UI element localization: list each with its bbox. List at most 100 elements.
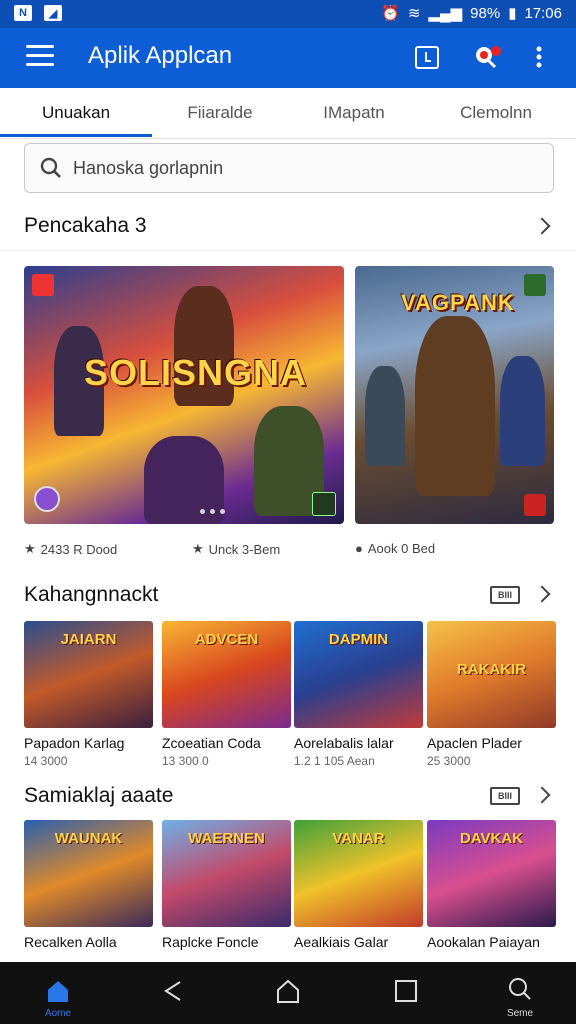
rating-badge-icon (312, 492, 336, 516)
thumbnail-title: WAUNAK (54, 830, 123, 847)
nav-label: Aome (44, 1008, 72, 1019)
game-downloads: 1.2 1 105 Aean (294, 754, 375, 768)
game-downloads: 14 3000 (24, 754, 68, 768)
thumbnail-title: ADVCEN (194, 631, 259, 648)
star-icon: ★ (192, 541, 204, 556)
game-card[interactable]: WAUNAK Recalken Aolla (24, 820, 153, 950)
nav-back[interactable] (132, 962, 212, 1024)
home-outline-icon (277, 979, 299, 1003)
chevron-right-icon[interactable] (533, 585, 551, 603)
tab-bar: Unuakan Fiiaralde IMapatn Clemolnn (0, 88, 576, 139)
game-card[interactable]: DAVKAK Aookalan Paiayan (427, 820, 556, 950)
divider (0, 250, 576, 251)
thumbnail-title: VANAR (332, 830, 385, 847)
status-bar: N ◢ ⏰ ≋ ▂▄▆ 98% ▮ 17:06 (0, 0, 576, 28)
nav-recents[interactable] (366, 962, 446, 1024)
game-card[interactable]: DAPMIN Aorelabalis lalar 1.2 1 105 Aean (294, 621, 423, 768)
battery-icon: ▮ (508, 5, 517, 22)
notification-n-icon: N (14, 5, 32, 21)
featured-game-title: SOLISNGNA (84, 352, 308, 393)
search-icon (509, 978, 531, 1000)
thumbnail-title: WAERNEN (188, 830, 265, 847)
thumbnail-title: JAIARN (60, 631, 117, 648)
game-card[interactable]: VANAR Aealkiais Galar (294, 820, 423, 950)
notification-image-icon: ◢ (44, 5, 62, 21)
meta-text: Aook 0 Bed (367, 541, 436, 556)
thumbnail-title: DAPMIN (328, 631, 389, 648)
home-icon (48, 981, 68, 1002)
featured-card[interactable]: SOLISNGNA (24, 266, 344, 524)
view-badge-icon[interactable]: BIII (490, 787, 520, 805)
app-title: Aplik Applcan (88, 42, 233, 69)
game-downloads: 25 3000 (427, 754, 471, 768)
game-name: Papadon Karlag (24, 735, 125, 751)
meta-item: ★ 2433 R Dood (24, 541, 117, 557)
app-bar: Aplik Applcan (0, 28, 576, 88)
featured-card[interactable]: VAGPANK (355, 266, 554, 524)
search-input[interactable] (71, 154, 535, 182)
game-thumbnail: RAKAKIR (427, 621, 556, 728)
menu-icon[interactable] (26, 45, 54, 69)
game-name: Apaclen Plader (427, 735, 522, 751)
game-thumbnail: WAUNAK (24, 820, 153, 927)
alarm-icon: ⏰ (381, 5, 400, 22)
tab-2[interactable]: Fiiaralde (148, 88, 292, 138)
wifi-icon: ≋ (407, 5, 421, 22)
game-logo-icon (32, 274, 54, 296)
thumbnail-title: DAVKAK (459, 830, 524, 847)
game-thumbnail: VANAR (294, 820, 423, 927)
recents-icon (395, 980, 417, 1002)
meta-item: ● Aook 0 Bed (355, 541, 435, 556)
thumbnail-title: RAKAKIR (456, 661, 527, 678)
game-thumbnail: WAERNEN (162, 820, 291, 927)
nav-search[interactable]: Seme (480, 962, 560, 1024)
game-downloads: 13 300 0 (162, 754, 209, 768)
back-icon (164, 981, 181, 1001)
tab-3[interactable]: IMapatn (282, 88, 426, 138)
game-card[interactable]: WAERNEN Raplcke Foncle (162, 820, 291, 950)
game-name: Aorelabalis lalar (294, 735, 394, 751)
section-title: Pencakaha 3 (24, 214, 147, 237)
search-icon (39, 156, 63, 185)
game-name: Raplcke Foncle (162, 934, 259, 950)
game-name: Aealkiais Galar (294, 934, 389, 950)
clock: 17:06 (524, 4, 562, 22)
tab-1[interactable]: Unuakan (4, 88, 148, 138)
section-title: Kahangnnackt (24, 583, 159, 606)
nav-home-outline[interactable] (248, 962, 328, 1024)
game-thumbnail: ADVCEN (162, 621, 291, 728)
more-options-icon[interactable] (533, 44, 545, 70)
game-emblem-icon (34, 486, 60, 512)
game-name: Recalken Aolla (24, 934, 117, 950)
calendar-icon[interactable] (414, 44, 440, 70)
chevron-right-icon[interactable] (533, 786, 551, 804)
featured-game-title: VAGPANK (401, 290, 515, 315)
tab-4[interactable]: Clemolnn (424, 88, 568, 138)
game-logo-icon (524, 274, 546, 296)
search-box (24, 143, 554, 193)
carousel-dots (200, 509, 225, 514)
search-notification-icon[interactable] (472, 44, 501, 70)
game-thumbnail: JAIARN (24, 621, 153, 728)
rating-badge-icon (524, 494, 546, 516)
nav-label: Seme (506, 1008, 534, 1019)
game-card[interactable]: RAKAKIR Apaclen Plader 25 3000 (427, 621, 556, 768)
battery-level: 98% (470, 4, 501, 22)
star-icon: ★ (24, 541, 36, 556)
meta-text: Unck 3-Bem (208, 541, 281, 557)
active-tab-indicator (0, 134, 152, 137)
game-card[interactable]: ADVCEN Zcoeatian Coda 13 300 0 (162, 621, 291, 768)
meta-item: ★ Unck 3-Bem (192, 541, 280, 557)
chevron-right-icon[interactable] (533, 217, 551, 235)
game-thumbnail: DAVKAK (427, 820, 556, 927)
section-title: Samiaklaj aaate (24, 784, 174, 807)
game-name: Zcoeatian Coda (162, 735, 261, 751)
game-thumbnail: DAPMIN (294, 621, 423, 728)
info-icon: ● (355, 541, 363, 556)
bottom-navigation: Aome Seme (0, 962, 576, 1024)
nav-home[interactable]: Aome (18, 962, 98, 1024)
game-card[interactable]: JAIARN Papadon Karlag 14 3000 (24, 621, 153, 768)
view-badge-icon[interactable]: BIII (490, 586, 520, 604)
signal-icon: ▂▄▆ (428, 5, 463, 22)
game-name: Aookalan Paiayan (427, 934, 540, 950)
